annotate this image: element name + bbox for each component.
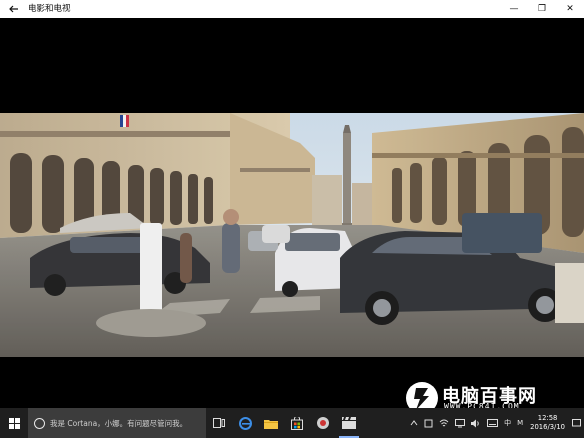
chevron-up-icon [410, 420, 418, 426]
action-center-button[interactable] [569, 408, 584, 438]
tray-volume[interactable] [468, 408, 484, 438]
title-bar: 电影和电视 — ❐ ✕ [0, 0, 584, 18]
show-hidden-icons-button[interactable] [407, 408, 421, 438]
clock-time: 12:58 [537, 414, 558, 422]
edge-browser-icon [238, 416, 252, 430]
notification-icon [572, 418, 581, 426]
video-player[interactable] [0, 18, 584, 408]
store-bag-icon [291, 416, 303, 430]
window-title: 电影和电视 [28, 4, 71, 14]
back-button[interactable] [0, 0, 28, 18]
video-frame [0, 113, 584, 357]
wifi-icon [439, 419, 449, 426]
taskbar-store[interactable] [284, 408, 310, 438]
maximize-button[interactable]: ❐ [528, 0, 556, 18]
tray-keyboard[interactable] [484, 408, 501, 438]
minimize-button[interactable]: — [500, 0, 528, 18]
tray-device[interactable] [421, 408, 436, 438]
taskbar-movies-tv[interactable] [336, 408, 362, 438]
window-controls: — ❐ ✕ [500, 0, 584, 18]
start-button[interactable] [0, 408, 28, 438]
keyboard-icon [487, 419, 499, 427]
system-tray: 中 M 12:58 2016/3/10 [407, 408, 584, 438]
search-placeholder: 我是 Cortana，小娜。有问题尽管问我。 [50, 418, 188, 428]
street-scene-image [0, 113, 584, 357]
back-arrow-icon [9, 5, 18, 13]
close-button[interactable]: ✕ [556, 0, 584, 18]
task-view-icon [213, 418, 225, 428]
monitor-icon [455, 418, 466, 427]
app-icon [317, 417, 329, 429]
windows-logo-icon [8, 417, 20, 429]
tray-network[interactable] [436, 408, 452, 438]
device-icon [424, 419, 433, 427]
watermark: 电脑百事网 WWW.PC841.COM [404, 380, 579, 414]
clock[interactable]: 12:58 2016/3/10 [526, 414, 569, 432]
taskbar-file-explorer[interactable] [258, 408, 284, 438]
folder-icon [264, 419, 278, 429]
taskbar: 我是 Cortana，小娜。有问题尽管问我。 中 M 12:58 2016/3/… [0, 408, 584, 438]
clock-date: 2016/3/10 [530, 423, 565, 431]
tray-display[interactable] [452, 408, 468, 438]
taskbar-edge[interactable] [232, 408, 258, 438]
ime-language[interactable]: 中 [501, 408, 514, 438]
ime-mode[interactable]: M [514, 408, 526, 438]
speaker-icon [471, 419, 479, 427]
task-view-button[interactable] [206, 408, 232, 438]
taskbar-app[interactable] [310, 408, 336, 438]
cortana-icon [34, 417, 45, 429]
film-clapper-icon [342, 417, 356, 429]
cortana-search-box[interactable]: 我是 Cortana，小娜。有问题尽管问我。 [28, 408, 206, 438]
